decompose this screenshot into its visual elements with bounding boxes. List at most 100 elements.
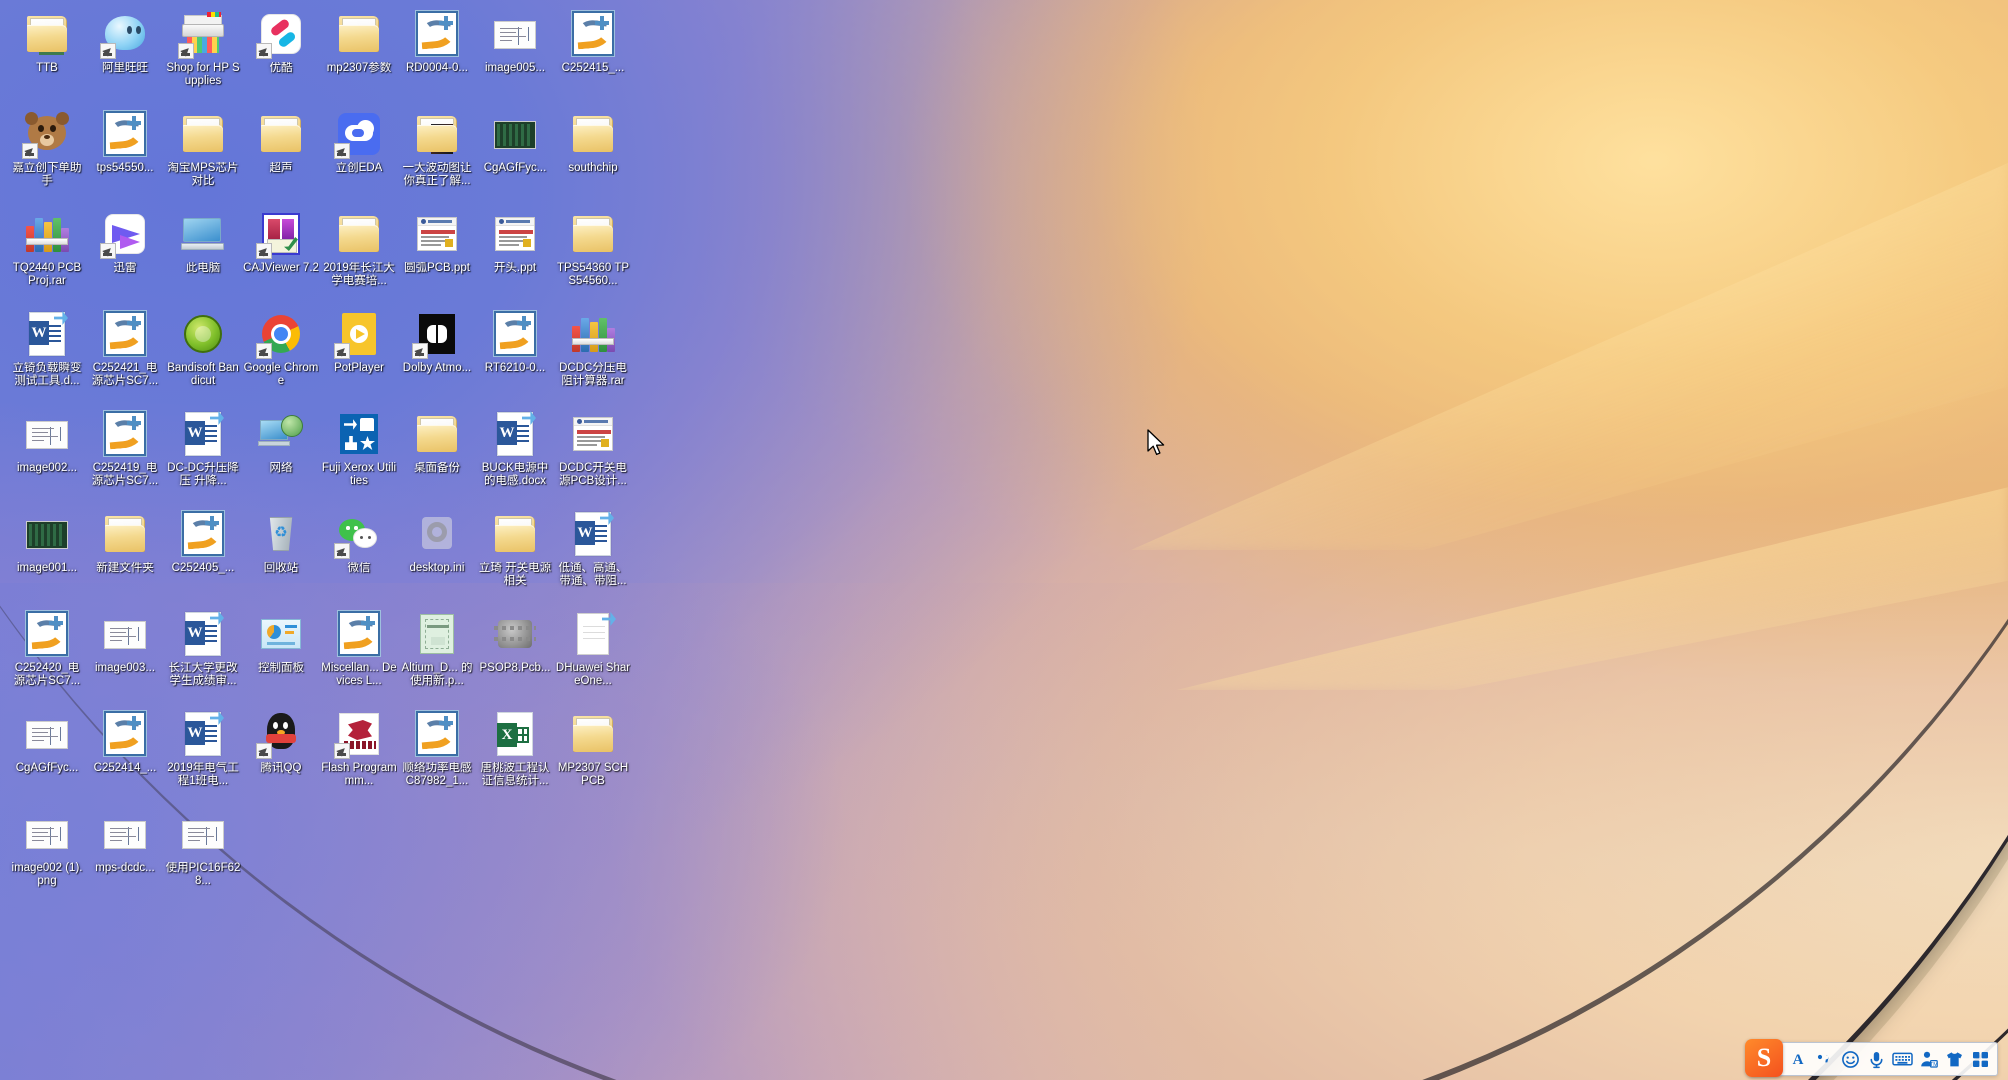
desktop-icon[interactable]: 立创EDA — [320, 104, 398, 204]
shortcut-arrow-icon — [412, 343, 428, 359]
shortcut-arrow-icon — [334, 143, 350, 159]
desktop-icon-label: MP2307 SCH PCB — [557, 762, 629, 787]
desktop-icon[interactable]: Dolby Atmo... — [398, 304, 476, 404]
svg-text:A: A — [1793, 1052, 1804, 1068]
desktop-icon[interactable]: 2019年长江大学电赛培... — [320, 204, 398, 304]
desktop-icon[interactable]: C252415_... — [554, 4, 632, 104]
desktop-icon[interactable]: C252405_... — [164, 504, 242, 604]
desktop-icon[interactable]: 使用PIC16F628... — [164, 804, 242, 904]
desktop-icon[interactable]: mp2307参数 — [320, 4, 398, 104]
desktop-icon[interactable]: image001... — [8, 504, 86, 604]
desktop-icon[interactable]: 3 southchip — [554, 104, 632, 204]
desktop-icon-label: 长江大学更改学生成绩审... — [168, 662, 238, 687]
sogou-logo-icon[interactable]: S — [1745, 1039, 1783, 1077]
desktop-icon[interactable]: DHuawei ShareOne... — [554, 604, 632, 704]
sogou-ime-toolbar[interactable]: S A TM — [1745, 1039, 1998, 1077]
desktop-icon[interactable]: C252419_电源芯片SC7... — [86, 404, 164, 504]
desktop-icon-label: 淘宝MPS芯片对比 — [167, 162, 239, 187]
desktop-icon-label: CgAGfFyc... — [483, 162, 547, 174]
desktop-icon[interactable]: 3 MP2307 SCH PCB — [554, 704, 632, 804]
altium-designer-icon — [491, 310, 539, 358]
desktop-icon[interactable]: W 长江大学更改学生成绩审... — [164, 604, 242, 704]
shirt-icon[interactable] — [1941, 1045, 1967, 1073]
desktop-icon[interactable]: 优酷 — [242, 4, 320, 104]
punctuation-icon[interactable] — [1811, 1045, 1837, 1073]
desktop-icon[interactable]: image005... — [476, 4, 554, 104]
desktop-icon[interactable]: C252414_... — [86, 704, 164, 804]
desktop-icon[interactable]: 网络 — [242, 404, 320, 504]
desktop-icon[interactable]: image003... — [86, 604, 164, 704]
smiley-icon[interactable] — [1837, 1045, 1863, 1073]
desktop-icon[interactable]: RD0004-0... — [398, 4, 476, 104]
desktop-icon[interactable]: Miscellan... Devices L... — [320, 604, 398, 704]
desktop-icon[interactable]: 3 淘宝MPS芯片对比 — [164, 104, 242, 204]
desktop-icon[interactable]: W 立锜负载瞬变测试工具.d... — [8, 304, 86, 404]
desktop-icon[interactable]: 超声 — [242, 104, 320, 204]
desktop-icon[interactable]: Fuji Xerox Utilities — [320, 404, 398, 504]
keyboard-icon[interactable] — [1889, 1045, 1915, 1073]
desktop-icon[interactable]: PotPlayer — [320, 304, 398, 404]
desktop-icon[interactable]: 迅雷 — [86, 204, 164, 304]
desktop-icon[interactable]: W 2019年电气工程1班电... — [164, 704, 242, 804]
shortcut-arrow-icon — [100, 243, 116, 259]
desktop-icon[interactable]: C252420_电源芯片SC7... — [8, 604, 86, 704]
word-doc-icon: W — [491, 410, 539, 458]
desktop-icon[interactable]: W DC-DC升压降压 升降... — [164, 404, 242, 504]
desktop-icon[interactable]: C252421_电源芯片SC7... — [86, 304, 164, 404]
desktop-icon[interactable]: RT6210-0... — [476, 304, 554, 404]
desktop-icon[interactable]: CgAGfFyc... — [8, 704, 86, 804]
desktop-icon[interactable]: Google Chrome — [242, 304, 320, 404]
desktop-icon[interactable]: W BUCK电源中的电感.docx — [476, 404, 554, 504]
altium-designer-icon — [101, 410, 149, 458]
desktop-icon[interactable]: TTB — [8, 4, 86, 104]
desktop-icon[interactable]: DCDC开关电源PCB设计... — [554, 404, 632, 504]
desktop-icon[interactable]: 嘉立创下单助手 — [8, 104, 86, 204]
image-thumb-icon — [101, 610, 149, 658]
desktop-icon-label: mps-dcdc... — [95, 862, 155, 874]
desktop-icon[interactable]: 阿里旺旺 — [86, 4, 164, 104]
desktop-icon-label: mp2307参数 — [326, 62, 392, 74]
desktop-icon[interactable]: desktop.ini — [398, 504, 476, 604]
network-icon — [257, 410, 305, 458]
altium-lib-icon — [335, 610, 383, 658]
desktop-icon[interactable]: 圆弧PCB.ppt — [398, 204, 476, 304]
toolbox-grid-icon[interactable] — [1967, 1045, 1993, 1073]
altium-designer-icon — [23, 610, 71, 658]
desktop-icon[interactable]: 一大波动图让你真正了解... — [398, 104, 476, 204]
desktop-icon[interactable]: Shop for HP Supplies — [164, 4, 242, 104]
desktop-icon[interactable]: tps54550... — [86, 104, 164, 204]
desktop-icon[interactable]: TQ2440 PCBProj.rar — [8, 204, 86, 304]
desktop-icon[interactable]: 此电脑 — [164, 204, 242, 304]
desktop-icon[interactable]: CgAGfFyc... — [476, 104, 554, 204]
desktop-icon[interactable]: Altium_D... 的使用新.p... — [398, 604, 476, 704]
desktop-icon[interactable]: Bandisoft Bandicut — [164, 304, 242, 404]
desktop-icon[interactable]: ♻ 回收站 — [242, 504, 320, 604]
desktop-icon-label: PSOP8.Pcb... — [479, 662, 551, 674]
desktop-icon[interactable]: W 低通、高通、带通、带阻... — [554, 504, 632, 604]
desktop-icon[interactable]: 开头.ppt — [476, 204, 554, 304]
desktop-icon[interactable]: 微信 — [320, 504, 398, 604]
desktop-icon[interactable]: 3 立琦 开关电源相关 — [476, 504, 554, 604]
desktop-icon[interactable]: Flash Programmm... — [320, 704, 398, 804]
letter-A-icon[interactable]: A — [1785, 1045, 1811, 1073]
desktop-icon[interactable]: image002 (1).png — [8, 804, 86, 904]
user-badge-icon[interactable]: TM — [1915, 1045, 1941, 1073]
desktop-icon[interactable]: PSOP8.Pcb... — [476, 604, 554, 704]
desktop-icon[interactable]: 桌面备份 — [398, 404, 476, 504]
desktop-icon[interactable]: DCDC分压电阻计算器.rar — [554, 304, 632, 404]
desktop-icon[interactable]: mps-dcdc... — [86, 804, 164, 904]
desktop-icon[interactable]: X 唐桃波工程认证信息统计... — [476, 704, 554, 804]
wechat-icon — [334, 510, 383, 559]
altium-designer-icon — [413, 10, 461, 58]
desktop-icon[interactable]: 腾讯QQ — [242, 704, 320, 804]
desktop-icon[interactable]: image002... — [8, 404, 86, 504]
desktop-icon[interactable]: 顺络功率电感C87982_1... — [398, 704, 476, 804]
desktop-icon[interactable]: 新建文件夹 — [86, 504, 164, 604]
desktop-icon[interactable]: 控制面板 — [242, 604, 320, 704]
microphone-icon[interactable] — [1863, 1045, 1889, 1073]
image-thumb-icon — [179, 810, 227, 858]
desktop-icon-label: 迅雷 — [113, 262, 137, 274]
desktop-icon[interactable]: CAJViewer 7.2 — [242, 204, 320, 304]
desktop-icon[interactable]: e TPS54360 TPS54560... — [554, 204, 632, 304]
desktop-icon-label: CgAGfFyc... — [15, 762, 79, 774]
